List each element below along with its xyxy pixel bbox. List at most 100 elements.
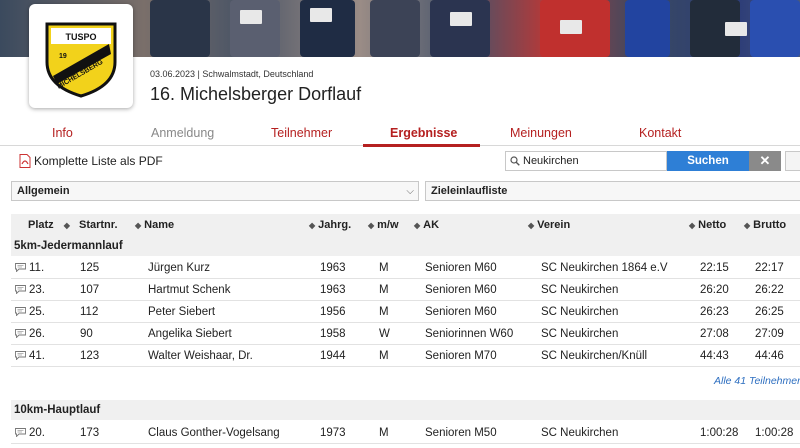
cell-brutto: 26:22	[755, 284, 784, 296]
cell-jahrg: 1973	[320, 427, 346, 439]
sort-icon: ◆	[63, 221, 70, 230]
cell-name[interactable]: Jürgen Kurz	[148, 262, 210, 274]
cell-verein: SC Neukirchen/Knüll	[541, 350, 648, 362]
cell-ak: Senioren M70	[425, 350, 497, 362]
search-input[interactable]	[523, 155, 663, 167]
cell-startnr: 112	[80, 306, 99, 318]
tuspo-crest-icon: TUSPO 19 30 MICHELSBERG	[45, 22, 117, 98]
tab-meinungen[interactable]: Meinungen	[510, 126, 572, 140]
cell-platz: 20.	[29, 427, 45, 439]
comment-icon[interactable]	[15, 428, 26, 437]
cell-verein: SC Neukirchen	[541, 328, 619, 340]
sort-icon: ◆	[135, 221, 142, 230]
pdf-icon	[19, 154, 31, 168]
col-verein[interactable]: ◆ Verein	[528, 219, 570, 231]
cell-ak: Senioren M60	[425, 284, 497, 296]
sort-icon: ◆	[744, 221, 751, 230]
table-row[interactable]: 25. 112 Peter Siebert 1956 M Senioren M60 SC N…	[11, 301, 800, 323]
col-jahrg[interactable]: ◆ Jahrg.	[309, 219, 351, 231]
search-button[interactable]: Suchen	[667, 151, 749, 171]
cell-netto: 22:15	[700, 262, 729, 274]
cell-brutto: 26:25	[755, 306, 784, 318]
cell-verein: SC Neukirchen 1864 e.V	[541, 262, 668, 274]
cell-ak: Seniorinnen W60	[425, 328, 514, 340]
event-date-location: 03.06.2023 | Schwalmstadt, Deutschland	[150, 69, 314, 79]
table-row[interactable]: 23. 107 Hartmut Schenk 1963 M Senioren M60 SC …	[11, 279, 800, 301]
sort-icon: ◆	[689, 221, 696, 230]
tab-info[interactable]: Info	[52, 126, 73, 140]
cell-verein: SC Neukirchen	[541, 306, 619, 318]
comment-icon[interactable]	[15, 307, 26, 316]
cell-startnr: 125	[80, 262, 100, 274]
table-row[interactable]: 26. 90 Angelika Siebert 1958 W Seniorinnen W6…	[11, 323, 800, 345]
club-logo: TUSPO 19 30 MICHELSBERG	[29, 4, 133, 108]
group-header: 5km-Jedermannlauf	[11, 236, 800, 256]
cell-netto: 26:20	[700, 284, 729, 296]
cell-mw: M	[379, 262, 389, 274]
comment-icon[interactable]	[15, 285, 26, 294]
cell-brutto: 1:00:28	[755, 427, 794, 439]
comment-icon[interactable]	[15, 263, 26, 272]
cell-startnr: 107	[80, 284, 100, 296]
table-row[interactable]: 20. 173 Claus Gonther-Vogelsang 1973 M Senior…	[11, 422, 800, 444]
cell-brutto: 27:09	[755, 328, 784, 340]
category-select[interactable]: Allgemein ⌵	[11, 181, 419, 201]
tab-anmeldung[interactable]: Anmeldung	[151, 126, 214, 140]
cell-ak: Senioren M60	[425, 306, 497, 318]
table-row[interactable]: 41. 123 Walter Weishaar, Dr. 1944 M Senioren …	[11, 345, 800, 367]
sort-icon: ◆	[528, 221, 535, 230]
logo-text-top: TUSPO	[65, 32, 96, 42]
col-netto[interactable]: ◆ Netto	[689, 219, 726, 231]
cell-name[interactable]: Hartmut Schenk	[148, 284, 230, 296]
cell-name[interactable]: Angelika Siebert	[148, 328, 232, 340]
cell-netto: 27:08	[700, 328, 729, 340]
tab-ergebnisse[interactable]: Ergebnisse	[390, 126, 457, 140]
list-type-select[interactable]: Zieleinlaufliste	[425, 181, 800, 201]
col-mw[interactable]: ◆ m/w	[368, 219, 399, 231]
search-field[interactable]	[505, 151, 667, 171]
list-type-select-value: Zieleinlaufliste	[431, 185, 508, 197]
pdf-download-link[interactable]: Komplette Liste als PDF	[19, 154, 163, 168]
tab-kontakt[interactable]: Kontakt	[639, 126, 681, 140]
group-header: 10km-Hauptlauf	[11, 400, 800, 420]
event-nav: Info Anmeldung Teilnehmer Ergebnisse Mei…	[0, 122, 800, 147]
cell-brutto: 22:17	[755, 262, 784, 274]
page-title: 16. Michelsberger Dorflauf	[150, 84, 362, 104]
col-name[interactable]: ◆ Name	[135, 219, 174, 231]
cell-name[interactable]: Peter Siebert	[148, 306, 215, 318]
cell-brutto: 44:46	[755, 350, 784, 362]
cell-mw: M	[379, 350, 389, 362]
col-ak[interactable]: ◆ AK	[414, 219, 439, 231]
cell-mw: M	[379, 306, 389, 318]
cell-startnr: 90	[80, 328, 93, 340]
cell-startnr: 173	[80, 427, 100, 439]
cell-jahrg: 1963	[320, 284, 346, 296]
cell-jahrg: 1944	[320, 350, 346, 362]
col-brutto[interactable]: ◆ Brutto	[744, 219, 786, 231]
cell-name[interactable]: Claus Gonther-Vogelsang	[148, 427, 280, 439]
options-button[interactable]	[785, 151, 800, 171]
comment-icon[interactable]	[15, 329, 26, 338]
cell-startnr: 123	[80, 350, 100, 362]
cell-ak: Senioren M50	[425, 427, 497, 439]
sort-icon: ◆	[414, 221, 421, 230]
cell-platz: 23.	[29, 284, 45, 296]
cell-mw: W	[379, 328, 390, 340]
all-participants-link[interactable]: Alle 41 Teilnehmer an	[714, 375, 800, 387]
cell-platz: 25.	[29, 306, 45, 318]
cell-ak: Senioren M60	[425, 262, 497, 274]
cell-verein: SC Neukirchen	[541, 427, 619, 439]
cell-platz: 26.	[29, 328, 45, 340]
col-startnr[interactable]: Startnr.	[79, 219, 118, 231]
clear-search-button[interactable]: ✕	[749, 151, 781, 171]
table-row[interactable]: 11. 125 Jürgen Kurz 1963 M Senioren M60 SC Neu…	[11, 257, 800, 279]
comment-icon[interactable]	[15, 351, 26, 360]
cell-name[interactable]: Walter Weishaar, Dr.	[148, 350, 253, 362]
cell-jahrg: 1956	[320, 306, 346, 318]
tab-teilnehmer[interactable]: Teilnehmer	[271, 126, 332, 140]
cell-jahrg: 1963	[320, 262, 346, 274]
search-icon	[510, 156, 520, 166]
col-platz[interactable]: Platz ◆	[28, 219, 73, 231]
category-select-value: Allgemein	[17, 185, 70, 197]
cell-netto: 1:00:28	[700, 427, 739, 439]
